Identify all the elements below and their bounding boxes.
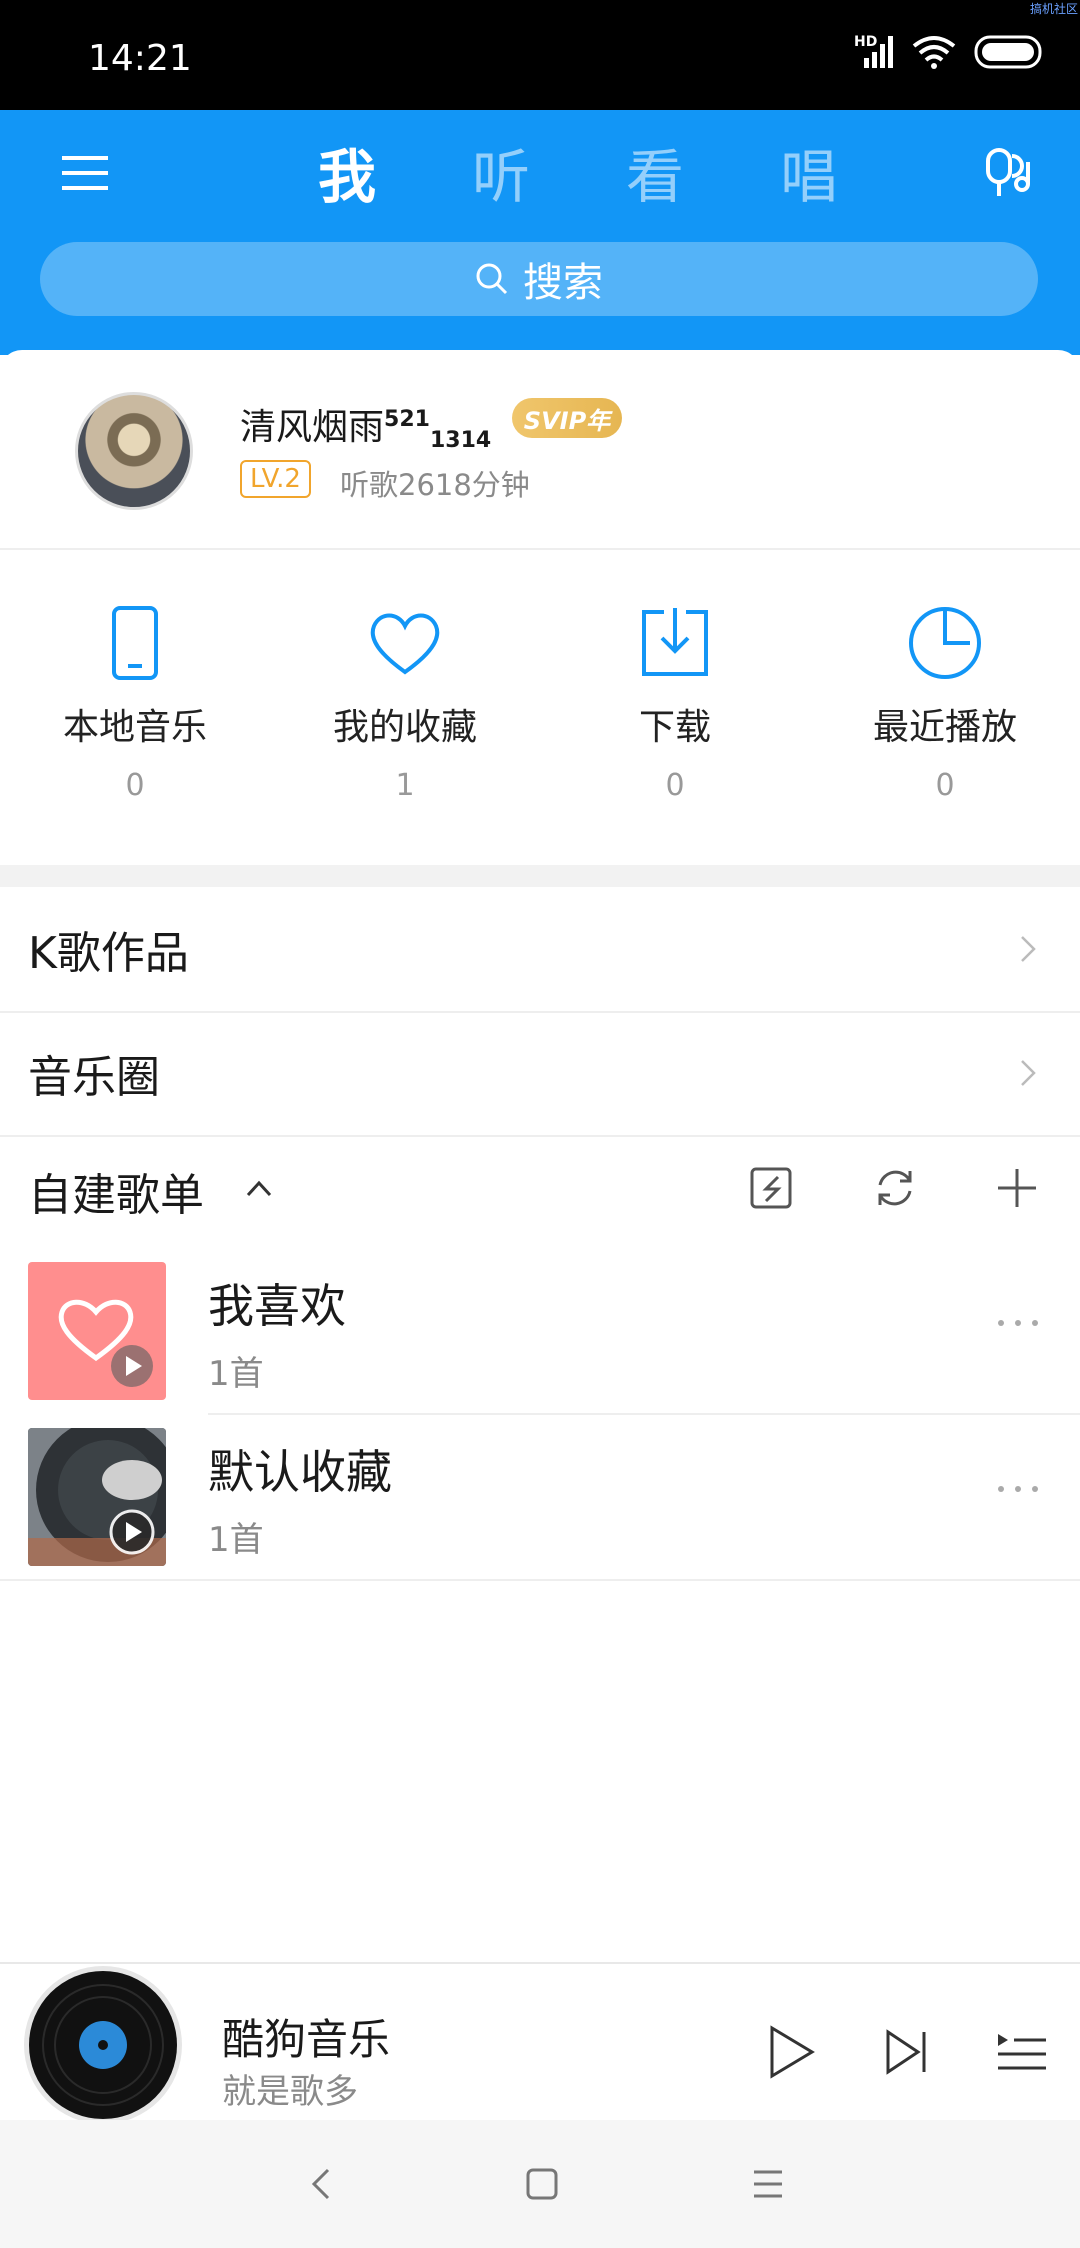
quick-local-music[interactable]: 本地音乐 0 [0, 600, 270, 805]
main-tabs: 我 听 看 唱 [270, 130, 886, 214]
main-panel: 清风烟雨5211314 SVIP年 LV.2 听歌2618分钟 本地音乐 0 我… [0, 350, 1080, 2070]
svip-badge[interactable]: SVIP年 [512, 398, 622, 438]
quick-count: 0 [665, 768, 685, 803]
playlist-name: 默认收藏 [208, 1445, 392, 1499]
voice-search-icon[interactable] [978, 144, 1036, 202]
search-icon [476, 263, 508, 295]
quick-label: 最近播放 [872, 707, 1017, 748]
chevron-up-icon[interactable] [244, 1173, 274, 1203]
divider [0, 1579, 1080, 1581]
row-label: K歌作品 [28, 928, 189, 979]
tab-me[interactable]: 我 [270, 130, 424, 214]
menu-icon[interactable] [62, 150, 108, 196]
status-icons: HD [854, 34, 1044, 70]
quick-label: 本地音乐 [62, 707, 207, 748]
import-icon[interactable] [748, 1165, 794, 1211]
row-music-circle[interactable]: 音乐圈 [0, 1011, 1080, 1135]
playlist-item[interactable]: 默认收藏 1首 [0, 1418, 1080, 1584]
username-text: 清风烟雨 [240, 407, 385, 448]
playlist-count: 1首 [208, 1354, 264, 1394]
quick-count: 0 [125, 768, 145, 803]
phone-icon [112, 606, 158, 680]
quick-favorites[interactable]: 我的收藏 1 [270, 600, 540, 805]
battery-icon [974, 35, 1042, 69]
home-icon[interactable] [522, 2164, 562, 2204]
heart-cover [28, 1262, 166, 1400]
heart-icon [370, 613, 440, 675]
level-badge[interactable]: LV.2 [240, 460, 311, 498]
divider [208, 1413, 1080, 1415]
play-icon[interactable] [760, 2022, 820, 2082]
playlist-item[interactable]: 我喜欢 1首 [0, 1252, 1080, 1418]
heart-cover-art [58, 1299, 153, 1387]
mini-player[interactable]: 酷狗音乐 就是歌多 [0, 1962, 1080, 2124]
clock-icon [909, 607, 981, 679]
top-header: 我 听 看 唱 搜索 [0, 110, 1080, 355]
username[interactable]: 清风烟雨5211314 [240, 398, 491, 453]
divider [0, 548, 1080, 550]
tab-sing[interactable]: 唱 [732, 130, 886, 214]
avatar[interactable] [75, 392, 193, 510]
username-sub: 1314 [429, 428, 492, 454]
status-time: 14:21 [88, 38, 192, 79]
search-placeholder: 搜索 [523, 260, 603, 306]
quick-label: 下载 [638, 707, 711, 748]
player-song-title: 酷狗音乐 [222, 2015, 391, 2064]
back-icon[interactable] [302, 2164, 342, 2204]
system-nav-bar [0, 2120, 1080, 2248]
tab-listen[interactable]: 听 [424, 130, 578, 214]
album-disc[interactable] [24, 1966, 182, 2124]
playlist-name: 我喜欢 [208, 1279, 346, 1333]
playlist-section-title[interactable]: 自建歌单 [28, 1159, 204, 1223]
row-label: 音乐圈 [28, 1052, 160, 1103]
add-icon[interactable] [994, 1165, 1040, 1211]
sync-icon[interactable] [872, 1165, 918, 1211]
next-icon[interactable] [878, 2022, 938, 2082]
recents-icon[interactable] [748, 2164, 788, 2204]
quick-label: 我的收藏 [332, 707, 477, 748]
signal-icon: HD [854, 34, 894, 70]
more-icon[interactable] [996, 1482, 1040, 1496]
vinyl-disc-icon [29, 1971, 177, 2119]
download-icon [642, 608, 708, 676]
vinyl-cover [28, 1428, 166, 1566]
wifi-icon [912, 36, 956, 69]
more-icon[interactable] [996, 1316, 1040, 1330]
quick-download[interactable]: 下载 0 [540, 600, 810, 805]
quick-recent[interactable]: 最近播放 0 [810, 600, 1080, 805]
username-sup: 521 [384, 407, 430, 432]
search-bar[interactable]: 搜索 [40, 242, 1038, 316]
quick-count: 1 [395, 768, 415, 803]
vinyl-cover-art [28, 1428, 166, 1566]
listen-time: 听歌2618分钟 [340, 468, 530, 502]
row-k-song-works[interactable]: K歌作品 [0, 887, 1080, 1011]
playlist-count: 1首 [208, 1520, 264, 1560]
status-bar: 14:21 搞机社区 HD [0, 0, 1080, 110]
tab-watch[interactable]: 看 [578, 130, 732, 214]
player-subtitle: 就是歌多 [222, 2072, 358, 2112]
section-separator [0, 865, 1080, 887]
playlist-header: 自建歌单 [0, 1135, 1080, 1245]
playlist-queue-icon[interactable] [992, 2022, 1052, 2082]
watermark: 搞机社区 [1029, 2, 1078, 16]
chevron-right-icon [1021, 1060, 1036, 1086]
quick-count: 0 [935, 768, 955, 803]
chevron-right-icon [1021, 936, 1036, 962]
quick-access: 本地音乐 0 我的收藏 1 下载 0 最近播放 0 [0, 600, 1080, 805]
